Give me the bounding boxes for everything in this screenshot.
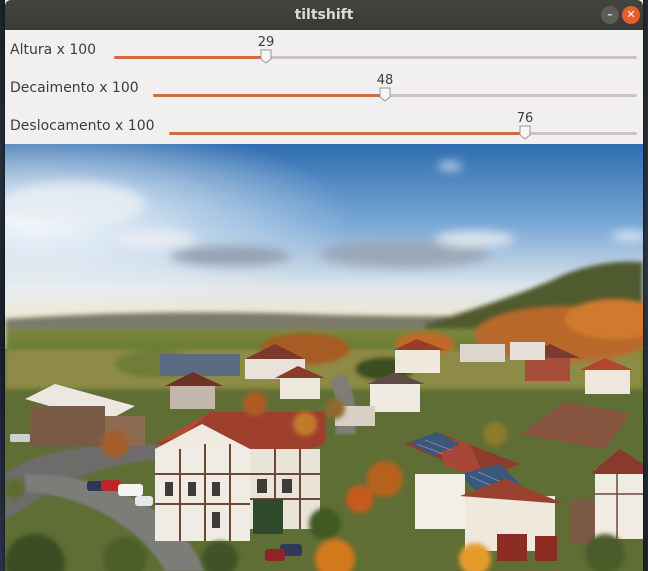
- minimize-button[interactable]: –: [601, 6, 619, 24]
- tilt-shift-image: [5, 144, 643, 571]
- slider-handle[interactable]: [379, 87, 391, 102]
- slider-fill: [153, 94, 385, 97]
- slider-row-decaimento: Decaimento x 100 48: [5, 73, 643, 118]
- slider-track[interactable]: 76: [169, 111, 637, 140]
- minimize-icon: –: [607, 8, 613, 21]
- tiltshift-window: tiltshift – ✕ Altura x 100 29 Decaimento…: [5, 0, 643, 571]
- slider-value: 29: [257, 35, 275, 50]
- village-photo: [5, 144, 643, 571]
- slider-label: Altura x 100: [10, 42, 97, 58]
- slider-track[interactable]: 29: [114, 35, 637, 64]
- slider-value: 48: [376, 73, 394, 88]
- slider-track[interactable]: 48: [153, 73, 637, 102]
- slider-label: Deslocamento x 100: [10, 118, 155, 134]
- titlebar[interactable]: tiltshift – ✕: [5, 0, 643, 30]
- slider-fill: [114, 56, 266, 59]
- slider-handle[interactable]: [519, 125, 531, 140]
- slider-handle[interactable]: [260, 49, 272, 64]
- close-icon: ✕: [626, 8, 636, 21]
- slider-label: Decaimento x 100: [10, 80, 139, 96]
- slider-fill: [169, 132, 525, 135]
- window-title: tiltshift: [294, 7, 354, 23]
- close-button[interactable]: ✕: [622, 6, 640, 24]
- slider-row-altura: Altura x 100 29: [5, 35, 643, 80]
- slider-value: 76: [516, 111, 534, 126]
- slider-panel: Altura x 100 29 Decaimento x 100 48 Desl…: [5, 30, 643, 144]
